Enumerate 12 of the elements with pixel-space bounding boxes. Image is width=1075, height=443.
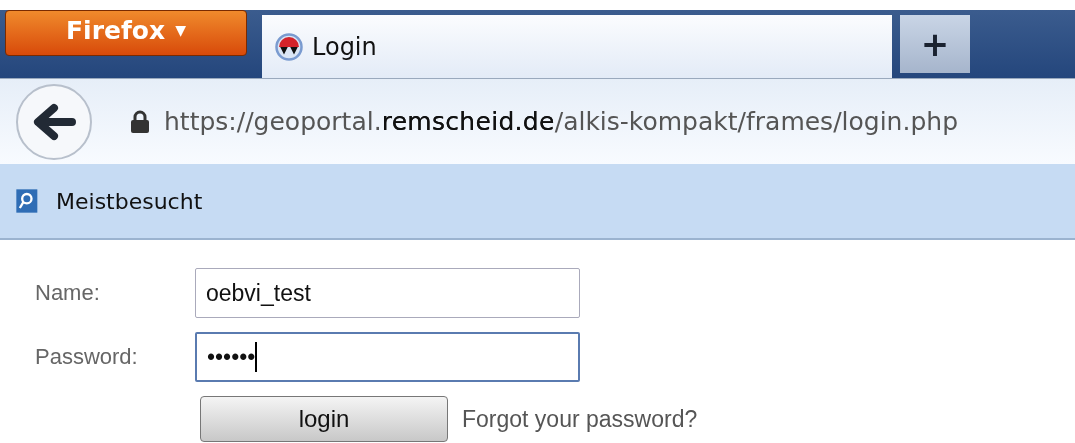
forgot-password-link[interactable]: Forgot your password?: [462, 405, 698, 433]
input-field[interactable]: ••••••: [195, 332, 580, 382]
input-field[interactable]: oebvi_test: [195, 268, 580, 318]
url-text[interactable]: https://geoportal.remscheid.de/alkis-kompakt/frames/login.php: [164, 107, 958, 136]
new-tab-button[interactable]: +: [900, 15, 970, 73]
login-button[interactable]: login: [200, 396, 448, 442]
bookmark-link[interactable]: Meistbesucht: [56, 188, 203, 214]
browser-tab[interactable]: Login: [262, 15, 892, 78]
field-label: Password:: [35, 344, 139, 370]
tab-title: Login: [312, 32, 377, 61]
field-label: Name:: [35, 280, 101, 306]
favicon-icon: [274, 31, 304, 62]
